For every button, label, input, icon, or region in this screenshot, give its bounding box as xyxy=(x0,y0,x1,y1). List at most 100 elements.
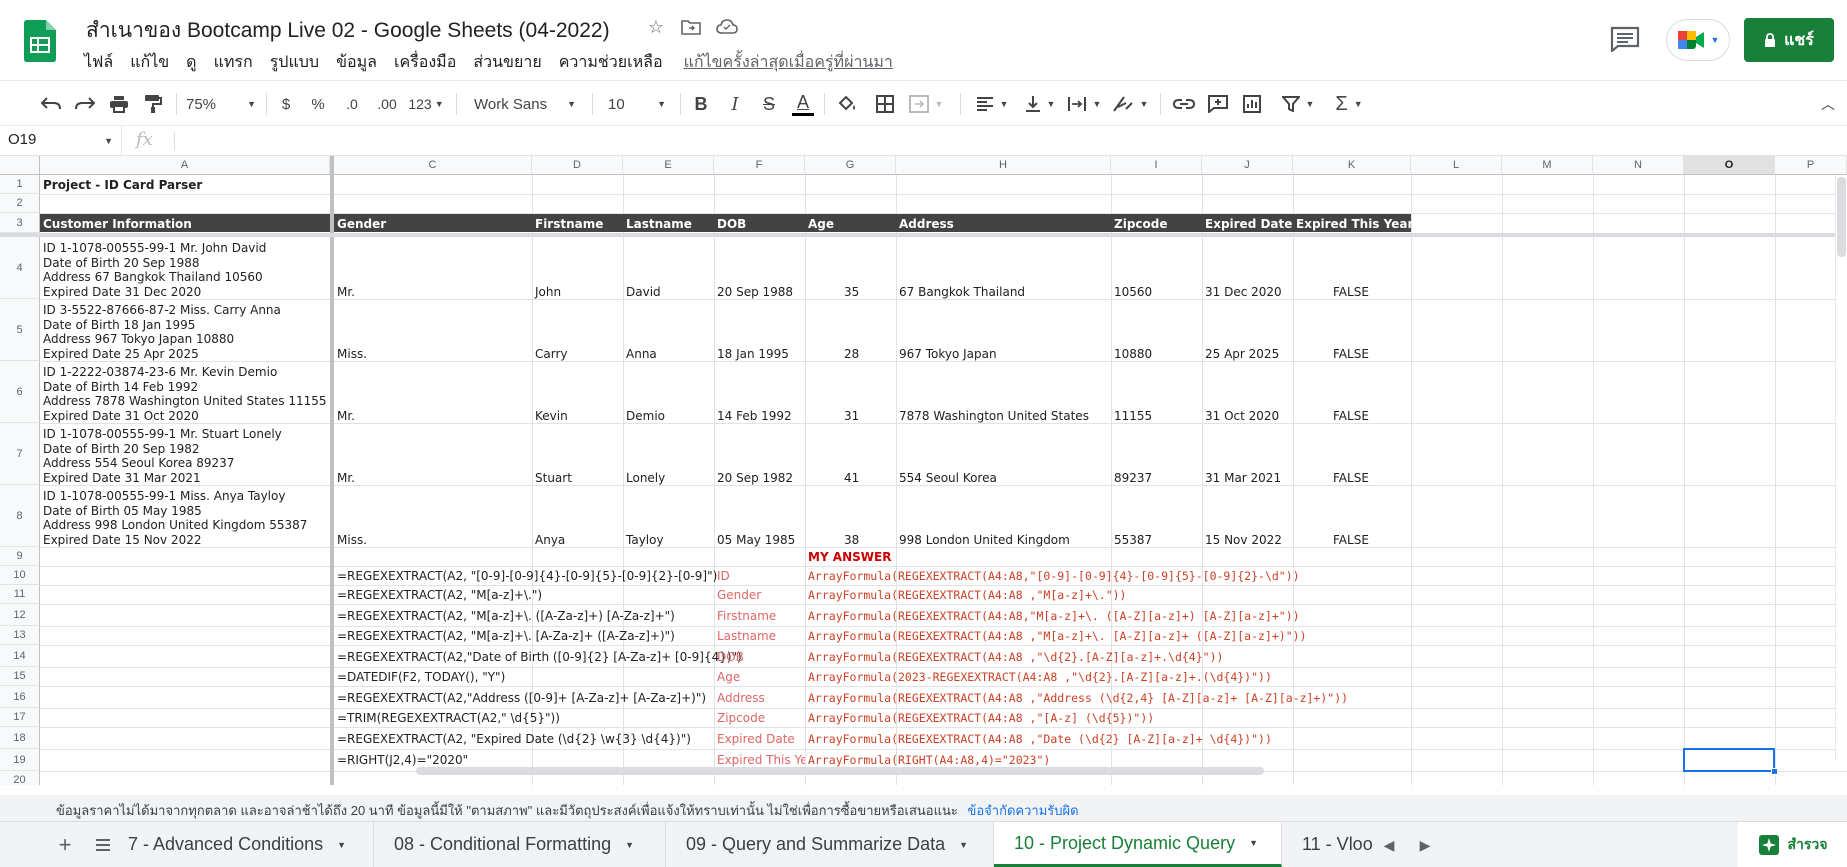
decrease-decimal-button[interactable]: .0 xyxy=(338,81,366,127)
insert-chart-icon[interactable] xyxy=(1238,81,1266,127)
filter-icon[interactable]: ▼ xyxy=(1276,81,1320,127)
add-sheet-icon[interactable]: + xyxy=(52,832,78,858)
sheet-tab[interactable]: 08 - Conditional Formatting ▼ xyxy=(374,822,666,867)
spreadsheet-grid[interactable]: A C D E F G H I J K L M N O P 1 2 3 4 5 … xyxy=(0,156,1847,785)
menu-help[interactable]: ความช่วยเหลือ xyxy=(559,50,663,75)
column-header-d[interactable]: D xyxy=(532,156,623,175)
row-header-15[interactable]: 15 xyxy=(0,667,40,686)
menu-tools[interactable]: เครื่องมือ xyxy=(394,50,456,75)
row-header-5[interactable]: 5 xyxy=(0,299,40,361)
font-family-select[interactable]: Work Sans ▼ xyxy=(466,81,584,127)
column-header-o[interactable]: O xyxy=(1684,156,1775,175)
share-button[interactable]: แชร์ xyxy=(1744,18,1834,62)
cloud-status-icon[interactable] xyxy=(716,16,738,38)
select-all-corner[interactable] xyxy=(0,156,40,175)
move-folder-icon[interactable] xyxy=(680,16,702,38)
column-header-n[interactable]: N xyxy=(1593,156,1684,175)
column-header-m[interactable]: M xyxy=(1502,156,1593,175)
column-header-e[interactable]: E xyxy=(623,156,714,175)
row-header-4[interactable]: 4 xyxy=(0,237,40,299)
italic-button[interactable]: I xyxy=(722,81,748,127)
vertical-scroll-thumb[interactable] xyxy=(1837,177,1846,257)
merge-cells-icon[interactable]: ▼ xyxy=(906,81,946,127)
row-header-13[interactable]: 13 xyxy=(0,626,40,645)
star-icon[interactable]: ☆ xyxy=(645,16,667,38)
fill-color-icon[interactable] xyxy=(834,81,860,127)
insert-link-icon[interactable] xyxy=(1170,81,1198,127)
last-edit-link[interactable]: แก้ไขครั้งล่าสุดเมื่อครู่ที่ผ่านมา xyxy=(684,50,893,75)
menu-edit[interactable]: แก้ไข xyxy=(130,50,169,75)
more-formats-button[interactable]: 123 ▼ xyxy=(406,81,446,127)
menu-file[interactable]: ไฟล์ xyxy=(84,50,113,75)
paint-format-icon[interactable] xyxy=(140,81,166,127)
comment-history-icon[interactable] xyxy=(1610,26,1640,54)
sheet-tab-active[interactable]: 10 - Project Dynamic Query ▼ xyxy=(994,822,1282,867)
scroll-left-icon[interactable]: ◀ xyxy=(1800,783,1807,785)
vertical-scrollbar[interactable] xyxy=(1835,175,1847,761)
sheet-tab[interactable]: 09 - Query and Summarize Data ▼ xyxy=(666,822,994,867)
row-header-17[interactable]: 17 xyxy=(0,708,40,727)
sheets-logo-icon[interactable] xyxy=(24,20,56,62)
undo-icon[interactable] xyxy=(38,81,64,127)
menu-view[interactable]: ดู xyxy=(186,50,196,75)
formula-input[interactable] xyxy=(180,126,1847,156)
name-box[interactable]: O19 ▼ xyxy=(0,126,122,156)
text-wrapping-icon[interactable]: ▼ xyxy=(1064,81,1104,127)
row-header-6[interactable]: 6 xyxy=(0,361,40,423)
increase-decimal-button[interactable]: .00 xyxy=(372,81,402,127)
font-size-select[interactable]: 10 ▼ xyxy=(602,81,672,127)
scroll-tabs-right-icon[interactable]: ▶ xyxy=(1412,832,1438,858)
strikethrough-button[interactable]: S xyxy=(756,81,782,127)
collapse-menu-icon[interactable]: ︿ xyxy=(1818,81,1838,127)
column-header-h[interactable]: H xyxy=(896,156,1111,175)
column-header-j[interactable]: J xyxy=(1202,156,1293,175)
text-color-button[interactable]: A xyxy=(790,81,816,127)
document-title[interactable]: สำเนาของ Bootcamp Live 02 - Google Sheet… xyxy=(86,14,610,47)
row-header-9[interactable]: 9 xyxy=(0,547,40,566)
horizontal-scrollbar[interactable] xyxy=(40,767,1820,777)
column-header-a[interactable]: A xyxy=(40,156,330,175)
row-header-16[interactable]: 16 xyxy=(0,686,40,708)
functions-icon[interactable]: Σ ▼ xyxy=(1326,81,1372,127)
column-header-l[interactable]: L xyxy=(1411,156,1502,175)
sheet-tab[interactable]: 7 - Advanced Conditions ▼ xyxy=(128,822,374,867)
row-header-11[interactable]: 11 xyxy=(0,585,40,604)
row-header-10[interactable]: 10 xyxy=(0,566,40,585)
row-header-20[interactable]: 20 xyxy=(0,771,40,785)
horizontal-scroll-thumb[interactable] xyxy=(416,767,1264,775)
all-sheets-icon[interactable] xyxy=(90,832,116,858)
row-header-14[interactable]: 14 xyxy=(0,645,40,667)
menu-format[interactable]: รูปแบบ xyxy=(270,50,319,75)
row-header-8[interactable]: 8 xyxy=(0,485,40,547)
menu-insert[interactable]: แทรก xyxy=(214,50,253,75)
row-header-2[interactable]: 2 xyxy=(0,194,40,213)
bold-button[interactable]: B xyxy=(688,81,714,127)
zoom-select[interactable]: 75% ▼ xyxy=(186,81,256,127)
menu-data[interactable]: ข้อมูล xyxy=(336,50,377,75)
insert-comment-icon[interactable] xyxy=(1204,81,1232,127)
column-header-g[interactable]: G xyxy=(805,156,896,175)
sheet-tab[interactable]: 11 - Vloo xyxy=(1282,822,1380,867)
column-header-k[interactable]: K xyxy=(1293,156,1411,175)
borders-icon[interactable] xyxy=(872,81,898,127)
row-header-18[interactable]: 18 xyxy=(0,727,40,749)
column-header-i[interactable]: I xyxy=(1111,156,1202,175)
row-header-19[interactable]: 19 xyxy=(0,749,40,771)
text-rotation-icon[interactable]: ▼ xyxy=(1108,81,1152,127)
explore-button[interactable]: สำรวจ xyxy=(1738,822,1847,867)
currency-format-button[interactable]: $ xyxy=(276,81,296,127)
horizontal-align-icon[interactable]: ▼ xyxy=(972,81,1012,127)
scroll-right-icon[interactable]: ▶ xyxy=(1824,783,1831,785)
vertical-align-icon[interactable]: ▼ xyxy=(1020,81,1060,127)
column-header-c[interactable]: C xyxy=(334,156,532,175)
redo-icon[interactable] xyxy=(72,81,98,127)
row-header-7[interactable]: 7 xyxy=(0,423,40,485)
row-header-12[interactable]: 12 xyxy=(0,604,40,626)
column-header-p[interactable]: P xyxy=(1775,156,1847,175)
row-header-1[interactable]: 1 xyxy=(0,175,40,194)
row-header-3[interactable]: 3 xyxy=(0,213,40,233)
print-icon[interactable] xyxy=(106,81,132,127)
menu-extensions[interactable]: ส่วนขยาย xyxy=(473,50,541,75)
disclaimer-link[interactable]: ข้อจำกัดความรับผิด xyxy=(967,803,1078,818)
percent-format-button[interactable]: % xyxy=(308,81,328,127)
